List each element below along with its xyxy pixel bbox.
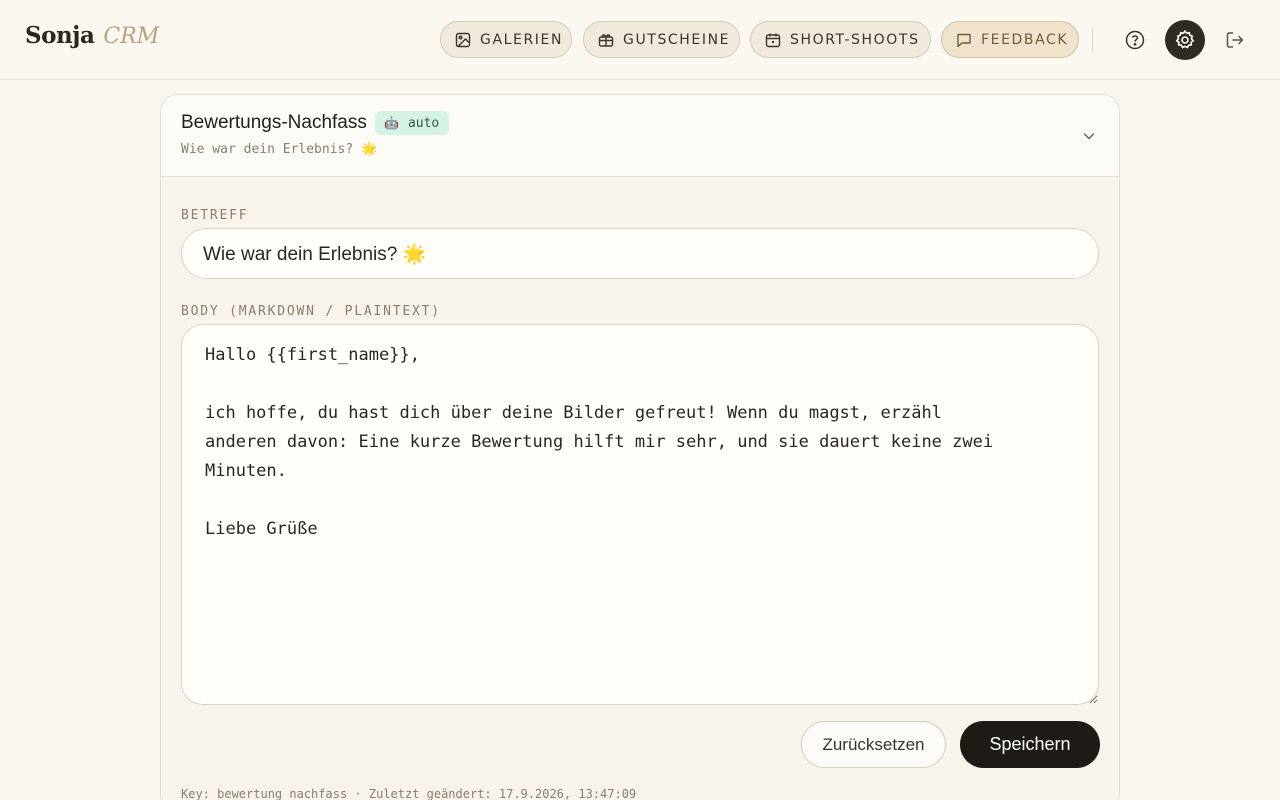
template-meta: Key: bewertung_nachfass · Zuletzt geände… bbox=[181, 787, 637, 800]
template-title: Bewertungs-Nachfass bbox=[181, 112, 367, 133]
nav-galerien-label: GALERIEN bbox=[480, 31, 564, 48]
brand-logo[interactable]: Sonja CRM bbox=[25, 22, 159, 56]
image-icon bbox=[455, 32, 471, 47]
message-icon bbox=[957, 33, 971, 47]
gear-icon bbox=[1175, 30, 1195, 49]
robot-icon: 🤖 bbox=[384, 116, 399, 130]
logout-button[interactable] bbox=[1215, 20, 1255, 60]
nav-feedback-label: FEEDBACK bbox=[981, 31, 1069, 48]
body-textarea[interactable]: Hallo {{first_name}}, ich hoffe, du hast… bbox=[181, 324, 1099, 705]
nav-gutscheine-button[interactable]: GUTSCHEINE bbox=[583, 21, 740, 58]
template-subtitle: Wie war dein Erlebnis? 🌟 bbox=[181, 142, 378, 157]
settings-button[interactable] bbox=[1165, 20, 1205, 60]
header-divider bbox=[1092, 28, 1093, 52]
help-button[interactable] bbox=[1115, 20, 1155, 60]
top-bar: Sonja CRM GALERIEN GUTSCHEINE SHORT-SHOO… bbox=[0, 0, 1280, 80]
logout-icon bbox=[1226, 32, 1244, 48]
subject-label: BETREFF bbox=[181, 208, 249, 223]
nav-gutscheine-label: GUTSCHEINE bbox=[623, 31, 731, 48]
nav-feedback-button[interactable]: FEEDBACK bbox=[941, 21, 1079, 58]
body-label: BODY (MARKDOWN / PLAINTEXT) bbox=[181, 304, 441, 319]
auto-badge: 🤖 auto bbox=[375, 111, 449, 135]
calendar-icon bbox=[765, 33, 781, 47]
template-card-header[interactable]: Bewertungs-Nachfass 🤖 auto Wie war dein … bbox=[161, 95, 1119, 177]
help-icon bbox=[1125, 30, 1145, 50]
gift-icon bbox=[598, 33, 614, 47]
subject-input[interactable] bbox=[181, 228, 1099, 279]
brand-tagline: CRM bbox=[103, 24, 160, 49]
auto-badge-label: auto bbox=[407, 115, 440, 131]
nav-short-shoots-label: SHORT-SHOOTS bbox=[790, 31, 920, 48]
nav-galerien-button[interactable]: GALERIEN bbox=[440, 21, 572, 58]
save-button[interactable]: Speichern bbox=[960, 721, 1100, 768]
nav-short-shoots-button[interactable]: SHORT-SHOOTS bbox=[750, 21, 931, 58]
reset-button[interactable]: Zurücksetzen bbox=[801, 721, 946, 768]
template-card: Bewertungs-Nachfass 🤖 auto Wie war dein … bbox=[160, 94, 1120, 800]
brand-name: Sonja bbox=[25, 22, 95, 49]
chevron-down-icon[interactable] bbox=[1081, 128, 1097, 144]
